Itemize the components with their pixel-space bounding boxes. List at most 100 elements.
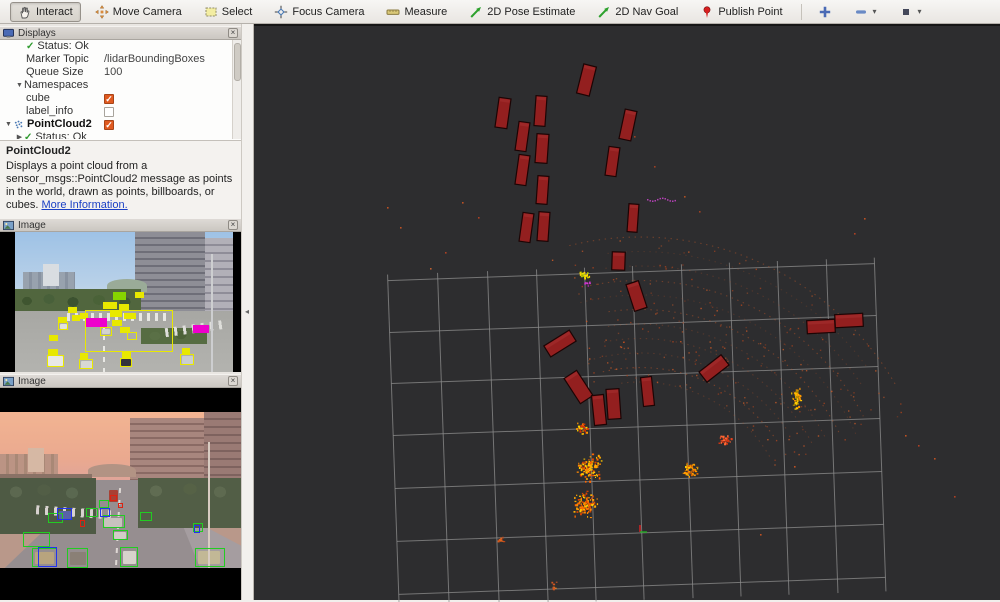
tool-tool-square-button[interactable]: ▾ [891,2,930,22]
splitter-collapse-icon[interactable]: ◂ [245,307,249,316]
camera-image-2 [0,388,241,600]
point-cluster [719,435,733,445]
detection-bounding-box [86,508,98,517]
display-property-row[interactable]: cube ✓ [0,92,241,105]
point-cluster [791,388,802,410]
detection-label-tag [72,315,80,321]
expand-triangle-icon[interactable]: ▶ [15,131,24,139]
detection-bounding-box [195,548,225,567]
close-icon[interactable]: × [228,28,238,38]
close-icon[interactable]: × [228,220,238,230]
property-label: cube [26,92,50,105]
tool-focus-camera[interactable]: Focus Camera [266,2,372,22]
image-panel-2-title: Image [18,376,228,387]
display-property-row[interactable]: Marker Topic/lidarBoundingBoxes [0,53,241,66]
tool-label: Publish Point [718,6,782,18]
lidar-ring-arcs [552,237,902,466]
enable-checkbox[interactable]: ✓ [104,94,114,104]
tool-2d-pose-estimate[interactable]: 2D Pose Estimate [461,2,583,22]
detection-bounding-box [120,358,132,367]
displays-panel-titlebar[interactable]: Displays × [0,26,241,40]
display-description: PointCloud2 Displays a point cloud from … [0,140,241,220]
3d-viewport[interactable] [254,24,1000,600]
property-label: Namespaces [24,79,88,92]
display-property-row[interactable]: ✓Status: Ok [0,40,241,53]
red-pin-icon [700,5,714,19]
plus-icon [818,5,832,19]
bounding-box-cuboid [544,330,576,357]
tool-square-icon [899,5,913,19]
detection-bounding-box [113,530,128,540]
chevron-down-icon: ▾ [873,7,877,16]
tool-move-camera[interactable]: Move Camera [87,2,190,22]
camera-photo-infrared [0,412,241,568]
point-cluster [580,272,591,280]
tool-minus-button[interactable]: ▾ [846,2,885,22]
displays-icon [3,28,14,39]
display-property-row[interactable]: Queue Size100 [0,66,241,79]
tool-publish-point[interactable]: Publish Point [692,2,790,22]
select-box-icon [204,5,218,19]
tool-interact[interactable]: Interact [10,2,81,22]
hand-icon [18,5,32,19]
detection-bounding-box [23,532,50,547]
property-value[interactable]: 100 [104,66,122,79]
tool-label: Measure [404,6,447,18]
display-property-row[interactable]: ▶✓Status: Ok [0,131,241,139]
image-panel-1: Image × [0,218,241,372]
ruler-icon [386,5,400,19]
tree-scrollbar[interactable] [232,40,241,139]
detection-bounding-box [140,512,152,521]
detection-bounding-box [127,332,137,340]
image-panel-2: Image × [0,374,241,600]
detection-bounding-box [79,359,93,369]
detection-bounding-box [120,547,138,567]
panel-splitter[interactable]: ◂ [241,24,254,600]
tool-plus-button[interactable] [810,2,840,22]
status-ok-check-icon: ✓ [26,40,34,53]
detection-label-tag [135,292,144,298]
enable-checkbox[interactable] [104,107,114,117]
detection-label-tag [49,335,58,341]
detection-bounding-box [80,520,85,527]
property-label: Status: Ok [37,40,88,53]
move-camera-icon [95,5,109,19]
tool-label: Interact [36,6,73,18]
property-value[interactable]: /lidarBoundingBoxes [104,53,205,66]
display-property-row[interactable]: label_info [0,105,241,118]
image-panel-1-titlebar[interactable]: Image × [0,218,241,232]
pointcloud-icon [13,119,24,130]
scrollbar-thumb[interactable] [234,43,241,81]
point-cluster [577,454,603,483]
tool-select[interactable]: Select [196,2,261,22]
displays-panel-title: Displays [18,28,228,39]
detection-label-tag [113,292,126,300]
enable-checkbox[interactable]: ✓ [104,120,114,130]
minus-icon [854,5,868,19]
tool-2d-nav-goal[interactable]: 2D Nav Goal [589,2,686,22]
more-information-link[interactable]: More Information. [41,199,127,211]
bounding-box-cuboid [699,355,729,382]
detection-bounding-box [110,495,117,501]
image-panel-2-titlebar[interactable]: Image × [0,374,241,388]
point-cluster [574,491,599,518]
detection-label-tag [103,302,117,309]
tool-label: 2D Pose Estimate [487,6,575,18]
display-property-row[interactable]: ▼Namespaces [0,79,241,92]
sparse-points [387,136,956,536]
detection-bounding-box [58,322,68,330]
description-title: PointCloud2 [6,145,235,158]
collapse-triangle-icon[interactable]: ▼ [15,79,24,92]
left-panel-column: Displays × ✓Status: OkMarker Topic/lidar… [0,24,241,600]
chevron-down-icon: ▾ [918,7,922,16]
status-ok-check-icon: ✓ [24,131,32,139]
detection-bounding-box [100,327,112,336]
image-panel-1-title: Image [18,220,228,231]
image-icon [3,376,14,387]
tool-label: Move Camera [113,6,182,18]
camera-photo-day [15,232,233,372]
close-icon[interactable]: × [228,376,238,386]
collapse-triangle-icon[interactable]: ▼ [4,118,13,131]
display-property-row[interactable]: ▼PointCloud2✓ [0,118,241,131]
tool-measure[interactable]: Measure [378,2,455,22]
